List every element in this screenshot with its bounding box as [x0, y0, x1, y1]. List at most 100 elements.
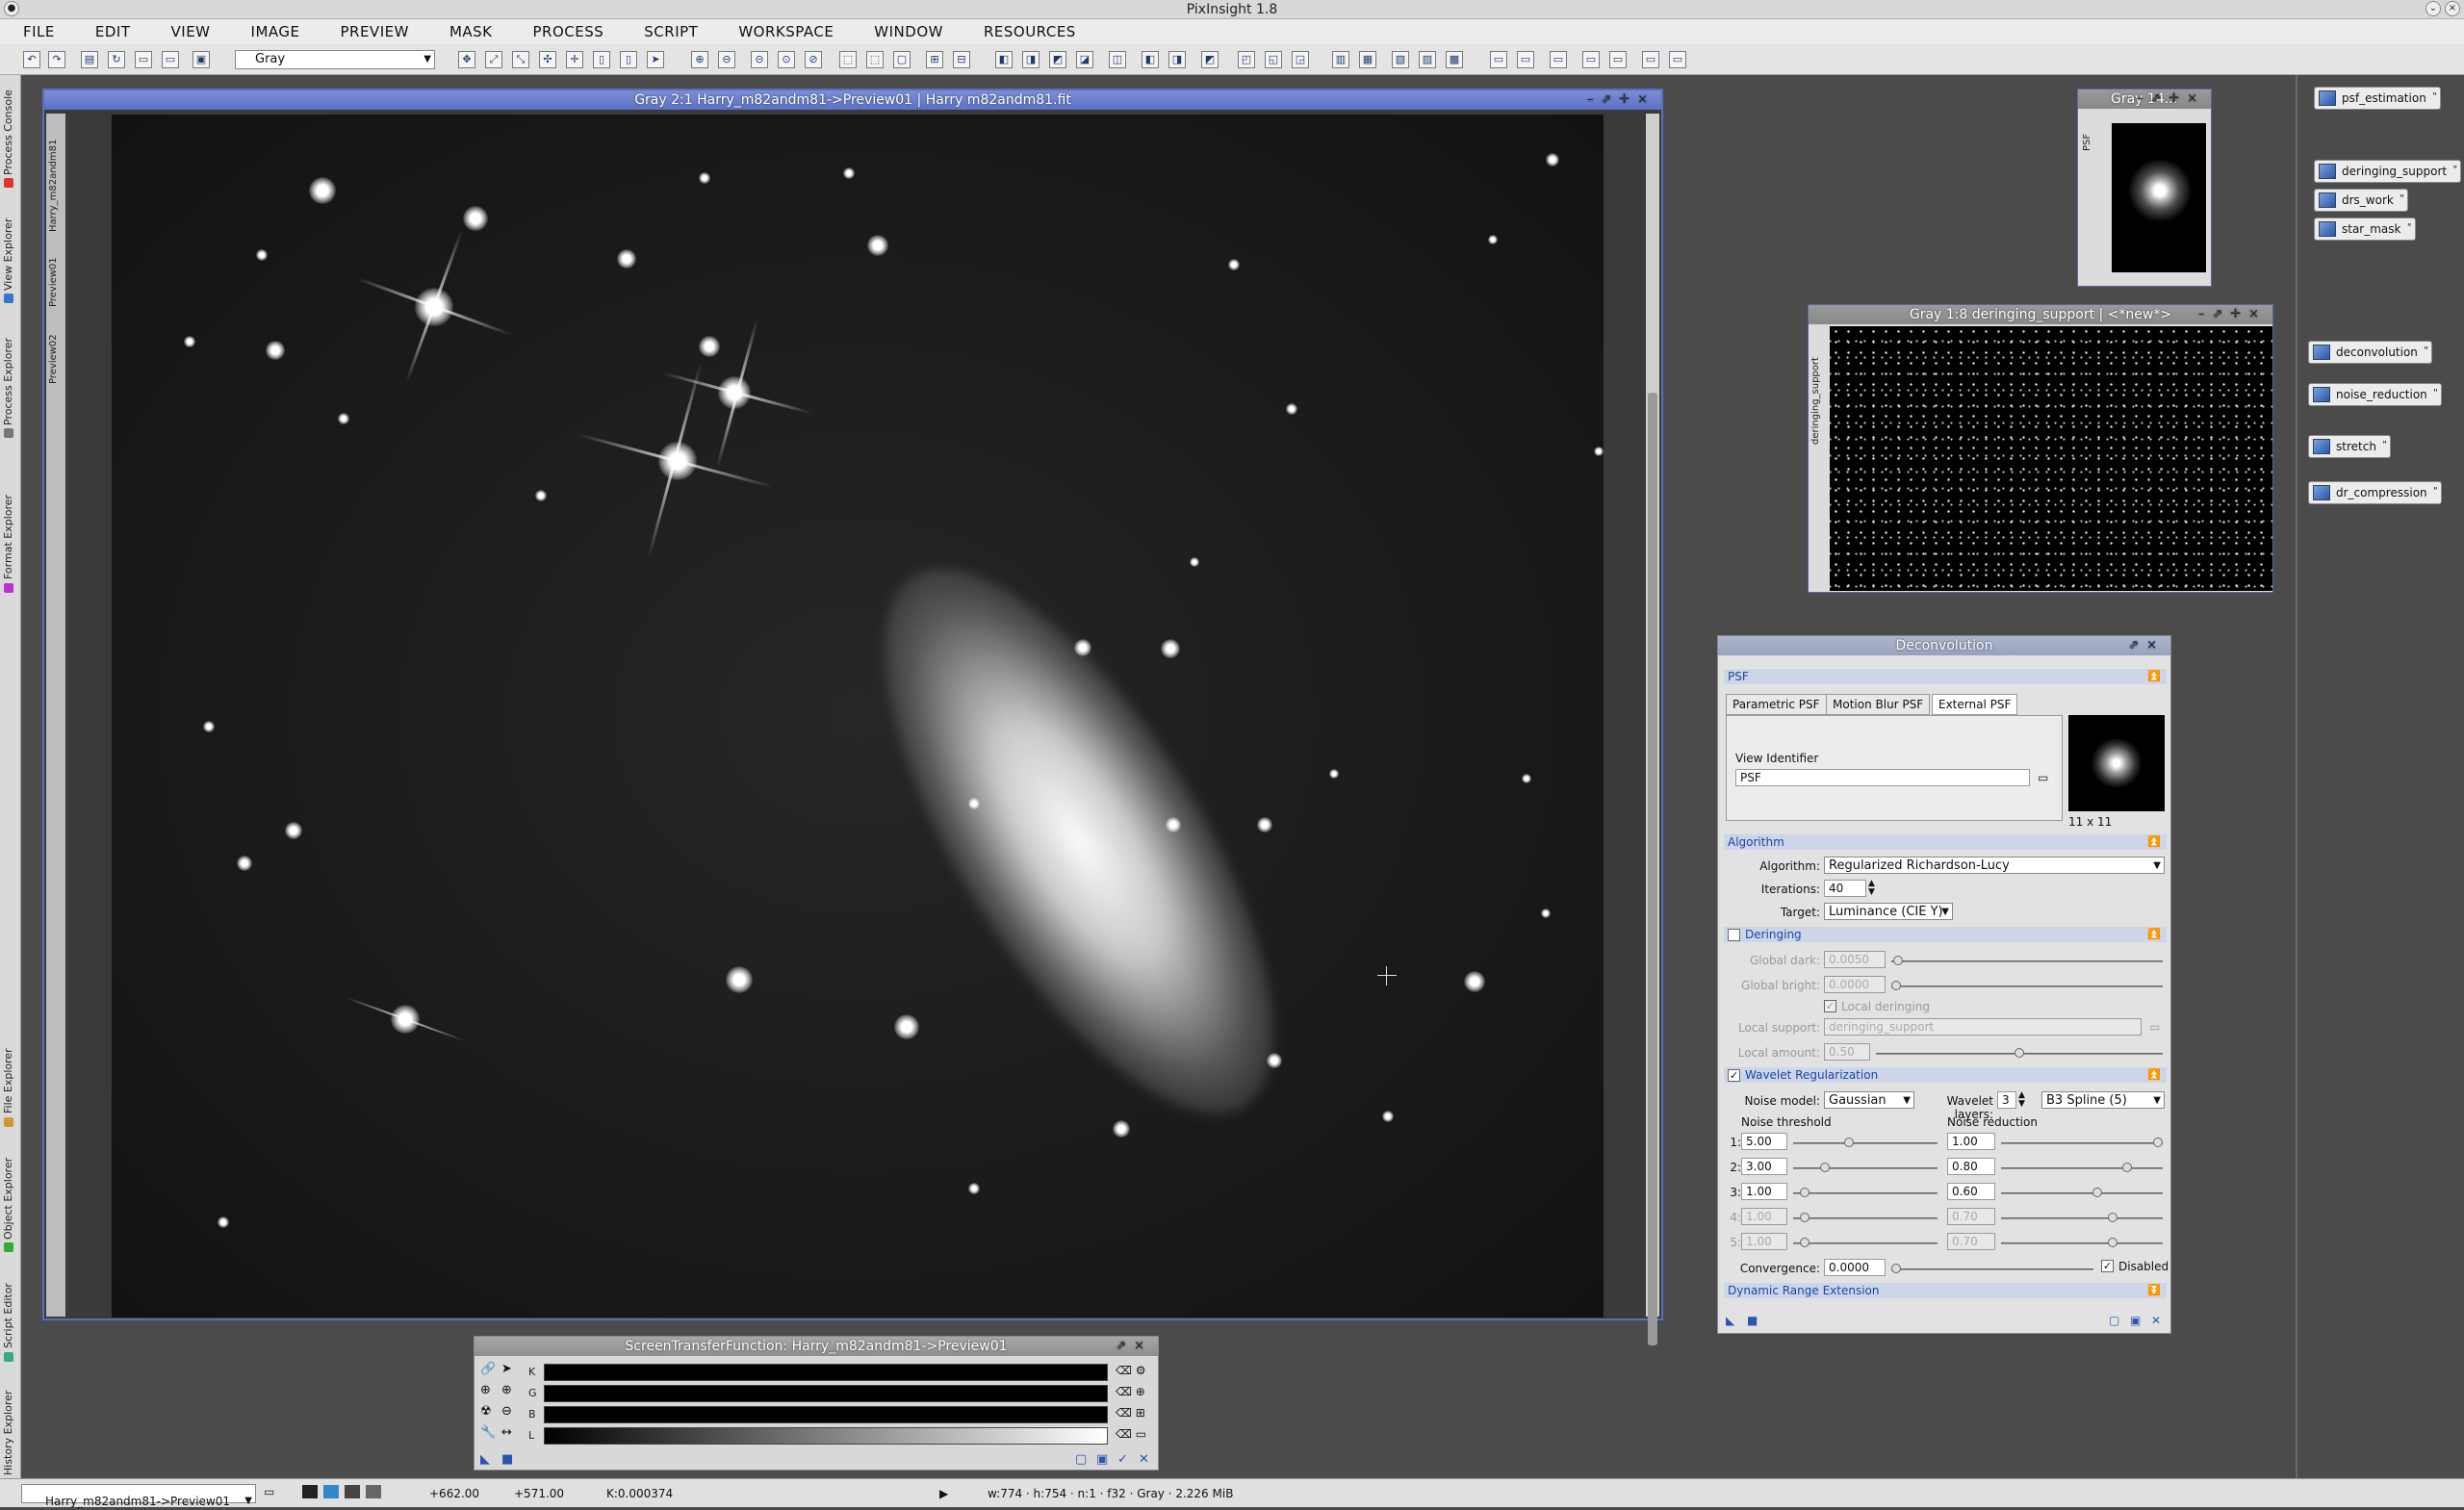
convergence-input[interactable]: 0.0000: [1824, 1259, 1886, 1276]
tab-script-editor[interactable]: Script Editor: [2, 1276, 19, 1372]
zoom-out-icon[interactable]: ⊖: [718, 51, 735, 68]
browse-doc-icon[interactable]: ▣: [2130, 1314, 2141, 1327]
noise-reduction-input[interactable]: 1.00: [1947, 1133, 1995, 1150]
stf-3-icon[interactable]: ◨: [1168, 51, 1186, 68]
noise-reduction-slider[interactable]: [2001, 1188, 2163, 1197]
save-as-icon[interactable]: ▭: [162, 51, 179, 68]
noise-threshold-slider[interactable]: [1793, 1238, 1938, 1247]
menu-mask[interactable]: MASK: [449, 23, 493, 40]
tab-format-explorer[interactable]: Format Explorer: [2, 464, 19, 627]
spin-arrows-icon[interactable]: ▲ ▼: [1868, 880, 1875, 897]
preview-icon[interactable]: ▢: [2109, 1314, 2119, 1327]
noise-threshold-slider[interactable]: [1793, 1138, 1938, 1147]
process-icon-deconvolution[interactable]: deconvolution ": [2308, 341, 2432, 364]
app-menu-icon[interactable]: ●: [4, 1, 19, 16]
preview-delete-icon[interactable]: ▢: [893, 51, 911, 68]
panel-3-icon[interactable]: ▧: [1392, 51, 1409, 68]
noise-reduction-input[interactable]: 0.60: [1947, 1183, 1995, 1200]
stf-window[interactable]: ScreenTransferFunction: Harry_m82andm81-…: [474, 1336, 1159, 1471]
expand-icon[interactable]: ⏬: [2147, 1283, 2161, 1298]
collapse-icon[interactable]: ⏫: [2147, 834, 2161, 850]
select-view-icon[interactable]: ▭: [2149, 1020, 2160, 1034]
section-psf[interactable]: PSF ⏫: [1724, 669, 2167, 684]
convergence-slider[interactable]: [1891, 1264, 2093, 1273]
mask-3-icon[interactable]: ◩: [1049, 51, 1066, 68]
screen-2-icon[interactable]: ▭: [1517, 51, 1534, 68]
tab-deringing-support[interactable]: deringing_support: [1810, 344, 1828, 459]
collapse-icon[interactable]: ⏫: [2147, 1067, 2161, 1083]
save-icon[interactable]: ▭: [135, 51, 152, 68]
redo-icon[interactable]: ↷: [48, 51, 65, 68]
layout-icon[interactable]: ⊞: [926, 51, 943, 68]
wavelet-regularization-checkbox[interactable]: ✓: [1728, 1069, 1740, 1082]
global-bright-input[interactable]: 0.0000: [1824, 976, 1886, 993]
section-wavelet-regularization[interactable]: Wavelet Regularization ⏫: [1724, 1067, 2167, 1083]
collapse-icon[interactable]: ⏫: [2147, 927, 2161, 942]
tab-object-explorer[interactable]: Object Explorer: [2, 1149, 19, 1265]
scroll-thumb[interactable]: [1648, 393, 1657, 1345]
channel-combo[interactable]: Gray ▼: [235, 50, 435, 69]
menu-script[interactable]: SCRIPT: [644, 23, 698, 40]
noise-threshold-slider[interactable]: [1793, 1213, 1938, 1222]
tab-preview02[interactable]: Preview02: [48, 325, 65, 393]
noise-reduction-slider[interactable]: [2001, 1238, 2163, 1247]
image-canvas[interactable]: [112, 115, 1604, 1318]
process-icon-dr-compression[interactable]: dr_compression ": [2308, 481, 2442, 504]
process-icon-stretch[interactable]: stretch ": [2308, 435, 2391, 458]
target-select[interactable]: Luminance (CIE Y) ▼: [1824, 903, 1953, 920]
window-buttons[interactable]: –⇗✛×: [2137, 90, 2205, 109]
reload-icon[interactable]: ↻: [108, 51, 125, 68]
stf-strip-k[interactable]: [544, 1364, 1108, 1381]
screen-4-icon[interactable]: ▭: [1582, 51, 1600, 68]
menu-preview[interactable]: PREVIEW: [340, 23, 408, 40]
menu-window[interactable]: WINDOW: [874, 23, 943, 40]
menu-resources[interactable]: RESOURCES: [984, 23, 1076, 40]
menu-workspace[interactable]: WORKSPACE: [738, 23, 834, 40]
deringing-window-title-bar[interactable]: Gray 1:8 deringing_support | <*new*> –⇗✛…: [1809, 305, 2272, 324]
window-buttons[interactable]: –⇗✛×: [2198, 305, 2267, 324]
reset-icon[interactable]: ✕: [1139, 1452, 1149, 1467]
noise-threshold-slider[interactable]: [1793, 1188, 1938, 1197]
stf-strip-g[interactable]: [544, 1385, 1108, 1402]
menu-edit[interactable]: EDIT: [95, 23, 131, 40]
panel-1-icon[interactable]: ▥: [1332, 51, 1349, 68]
link-channels-icon[interactable]: 🔗: [480, 1362, 496, 1376]
view-selector[interactable]: Harry_m82andm81->Preview01 ▼: [21, 1484, 256, 1508]
process-icon-noise-reduction[interactable]: noise_reduction ": [2308, 383, 2442, 406]
noise-threshold-input[interactable]: 1.00: [1741, 1183, 1787, 1200]
vertical-scrollbar[interactable]: [1646, 114, 1659, 1345]
noise-threshold-input[interactable]: 1.00: [1741, 1233, 1787, 1250]
noise-reduction-slider[interactable]: [2001, 1138, 2163, 1147]
display-mode-3[interactable]: [345, 1485, 360, 1498]
menu-view[interactable]: VIEW: [171, 23, 211, 40]
pointer-icon[interactable]: ➤: [647, 51, 664, 68]
tab-parametric-psf[interactable]: Parametric PSF: [1726, 694, 1827, 715]
noise-model-select[interactable]: Gaussian ▼: [1824, 1091, 1914, 1109]
process-icon-star-mask[interactable]: star_mask ": [2314, 218, 2416, 241]
move-icon[interactable]: ✥: [458, 51, 475, 68]
fit-icon[interactable]: ⤢: [485, 51, 502, 68]
preview-icon[interactable]: ▢: [1075, 1452, 1087, 1467]
stf-strip-b[interactable]: [544, 1406, 1108, 1423]
zoom-in-icon[interactable]: ⊕: [480, 1383, 491, 1397]
local-amount-slider[interactable]: [1876, 1048, 2163, 1058]
tab-preview01[interactable]: Preview01: [48, 248, 65, 316]
pointer-icon[interactable]: ➤: [501, 1362, 512, 1376]
noise-reduction-slider[interactable]: [2001, 1163, 2163, 1172]
screen-3-icon[interactable]: ▭: [1550, 51, 1567, 68]
settings-icon[interactable]: 🔧: [480, 1425, 496, 1440]
readout-3-icon[interactable]: ◲: [1292, 51, 1309, 68]
apply-global-icon[interactable]: ■: [1747, 1314, 1758, 1327]
preview-edit-icon[interactable]: ⬚: [866, 51, 884, 68]
deringing-support-window[interactable]: Gray 1:8 deringing_support | <*new*> –⇗✛…: [1808, 304, 2273, 593]
auto-stretch-icon[interactable]: ☢: [480, 1404, 492, 1419]
psf-window-title-bar[interactable]: Gray 14... –⇗✛×: [2078, 90, 2211, 109]
screen-6-icon[interactable]: ▭: [1642, 51, 1659, 68]
reset-channel-icon[interactable]: ⌫ ⚙: [1116, 1364, 1146, 1377]
section-deringing[interactable]: Deringing ⏫: [1724, 927, 2167, 942]
local-amount-input[interactable]: 0.50: [1824, 1043, 1870, 1061]
tab-file-explorer[interactable]: File Explorer: [2, 1041, 19, 1138]
wavelet-type-select[interactable]: B3 Spline (5) ▼: [2041, 1091, 2165, 1109]
mask-4-icon[interactable]: ◪: [1076, 51, 1093, 68]
stf-title-bar[interactable]: ScreenTransferFunction: Harry_m82andm81-…: [475, 1337, 1158, 1356]
